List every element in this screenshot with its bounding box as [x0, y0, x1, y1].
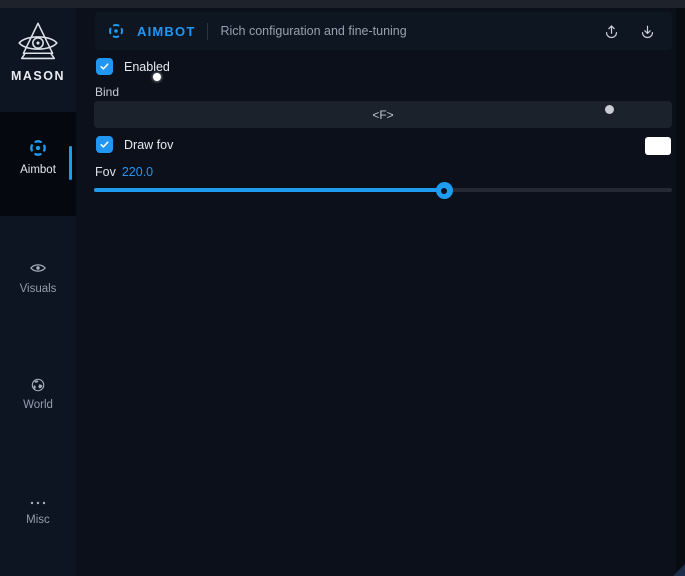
window-top-strip [0, 0, 685, 8]
draw-fov-label: Draw fov [124, 138, 173, 152]
logo: MASON [0, 20, 76, 83]
draw-fov-checkbox[interactable] [96, 136, 113, 153]
page-header: AIMBOT Rich configuration and fine-tunin… [95, 12, 672, 50]
download-config-button[interactable] [634, 18, 660, 44]
eye-pyramid-icon [14, 20, 62, 66]
bind-label: Bind [95, 85, 119, 99]
draw-fov-row: Draw fov [96, 136, 173, 153]
page-title: AIMBOT [137, 24, 195, 39]
fov-slider-handle[interactable] [436, 182, 453, 199]
slider-handle-hole [441, 188, 447, 194]
sidebar-item-aimbot[interactable]: Aimbot [0, 112, 76, 216]
page-subtitle: Rich configuration and fine-tuning [220, 24, 406, 38]
fov-value-line: Fov 220.0 [95, 165, 153, 179]
sidebar: MASON Aimbot Visuals [0, 8, 76, 576]
sidebar-item-misc[interactable]: Misc [0, 480, 76, 544]
enabled-label: Enabled [124, 60, 170, 74]
sidebar-item-label: Visuals [20, 283, 57, 295]
sidebar-item-label: World [23, 399, 53, 411]
mason-menu-window: MASON Aimbot Visuals [0, 0, 685, 576]
eye-icon [29, 259, 47, 277]
upload-config-button[interactable] [598, 18, 624, 44]
selected-indicator [69, 146, 72, 180]
globe-icon [30, 377, 46, 393]
sidebar-item-visuals[interactable]: Visuals [0, 245, 76, 309]
divider [207, 23, 208, 40]
window-right-edge [676, 8, 685, 576]
sidebar-item-label: Misc [26, 514, 50, 526]
fov-value: 220.0 [122, 165, 153, 179]
fov-label: Fov [95, 165, 116, 179]
corner-accent [673, 564, 685, 576]
upload-icon [603, 23, 620, 40]
sidebar-item-world[interactable]: World [0, 362, 76, 426]
checkmark-icon [99, 61, 110, 72]
sidebar-item-label: Aimbot [20, 164, 56, 176]
logo-text: MASON [11, 69, 65, 83]
checkmark-icon [99, 139, 110, 150]
secondary-cursor-dot [605, 105, 614, 114]
crosshair-icon [107, 22, 125, 40]
download-icon [639, 23, 656, 40]
enabled-checkbox[interactable] [96, 58, 113, 75]
crosshair-icon [28, 138, 48, 158]
fov-slider-fill [94, 188, 444, 192]
bind-value: <F> [372, 108, 393, 122]
fov-color-swatch[interactable] [645, 137, 671, 155]
bind-input[interactable]: <F> [94, 101, 672, 128]
fov-slider[interactable] [94, 182, 672, 199]
ellipsis-icon [29, 498, 47, 508]
cursor-dot [153, 73, 161, 81]
